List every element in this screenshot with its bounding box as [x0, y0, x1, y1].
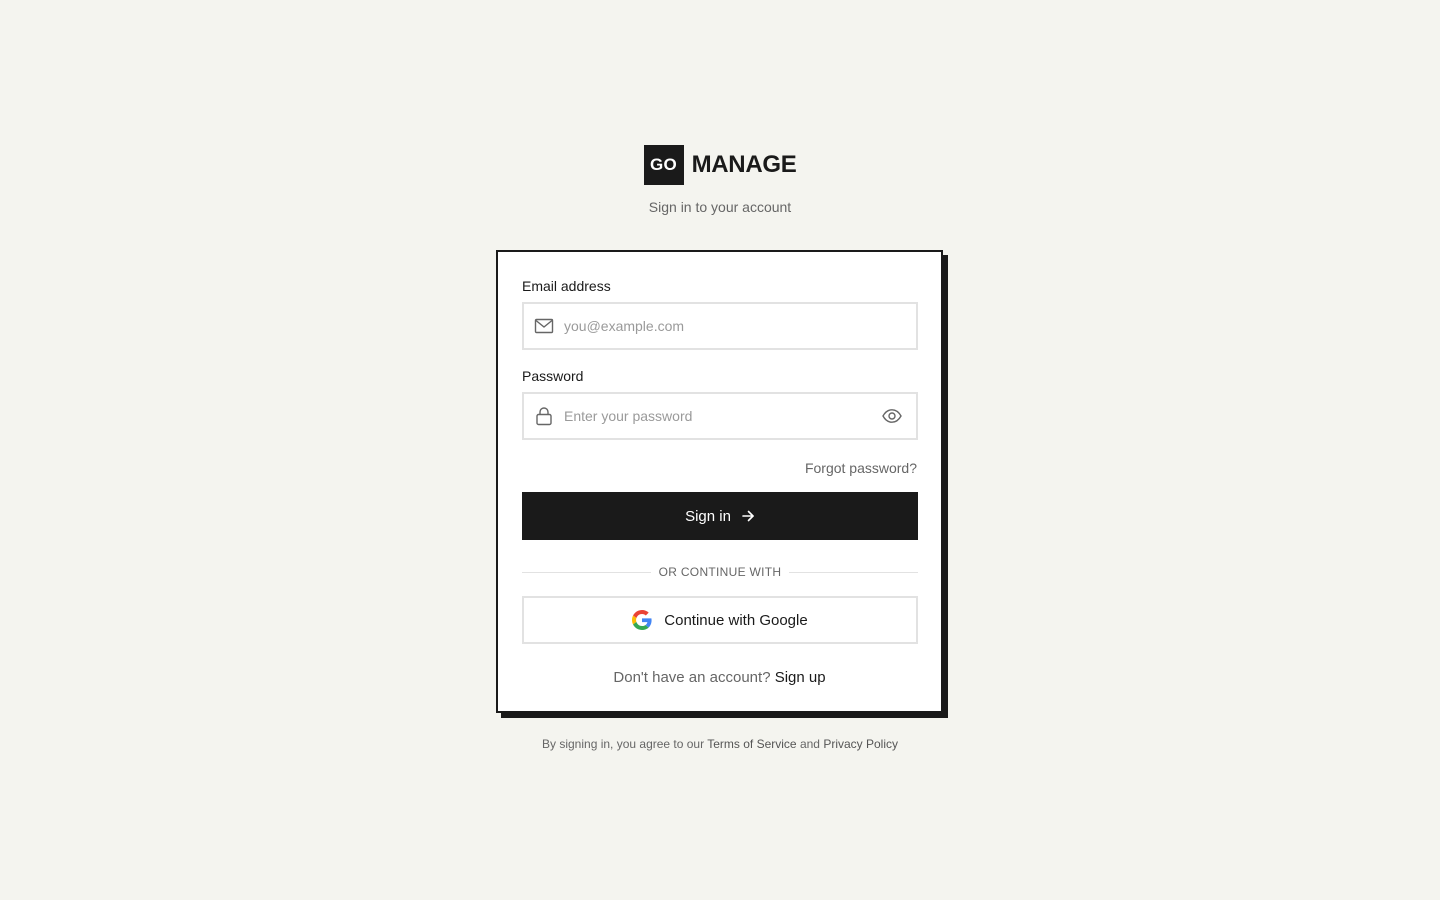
lock-icon: [534, 406, 554, 426]
email-label: Email address: [522, 278, 611, 294]
sign-up-link[interactable]: Sign up: [775, 669, 826, 686]
logo-text: MANAGE: [691, 151, 797, 178]
google-button-label: Continue with Google: [664, 611, 808, 629]
password-input[interactable]: [564, 396, 880, 436]
signup-row: Don't have an account? Sign up: [498, 669, 941, 686]
password-field[interactable]: [522, 392, 918, 440]
signup-prompt: Don't have an account?: [613, 669, 771, 686]
forgot-password-link[interactable]: Forgot password?: [805, 460, 917, 476]
divider-line-right: [789, 571, 919, 573]
legal-conjunction: and: [799, 737, 820, 751]
divider-line-left: [522, 571, 651, 573]
email-field[interactable]: [522, 302, 918, 350]
page-subtitle: Sign in to your account: [648, 199, 792, 215]
divider-label: OR CONTINUE WITH: [658, 565, 782, 579]
terms-of-service-link[interactable]: Terms of Service: [707, 737, 796, 751]
email-input[interactable]: [564, 306, 916, 346]
password-label: Password: [522, 368, 584, 384]
legal-notice: By signing in, you agree to our Terms of…: [0, 737, 1440, 751]
or-divider: OR CONTINUE WITH: [522, 565, 919, 579]
brand-header: GO MANAGE: [0, 145, 1440, 185]
login-card: Email address Password Forgot password?: [496, 250, 943, 713]
arrow-right-icon: [741, 509, 755, 523]
google-icon: [632, 610, 652, 630]
sign-in-button[interactable]: Sign in: [522, 492, 918, 540]
google-sign-in-button[interactable]: Continue with Google: [522, 596, 918, 644]
privacy-policy-link[interactable]: Privacy Policy: [823, 737, 898, 751]
mail-icon: [534, 316, 554, 336]
logo-mark: GO: [643, 145, 684, 185]
eye-icon[interactable]: [880, 404, 904, 428]
legal-prefix: By signing in, you agree to our: [542, 737, 705, 751]
sign-in-label: Sign in: [685, 507, 731, 525]
